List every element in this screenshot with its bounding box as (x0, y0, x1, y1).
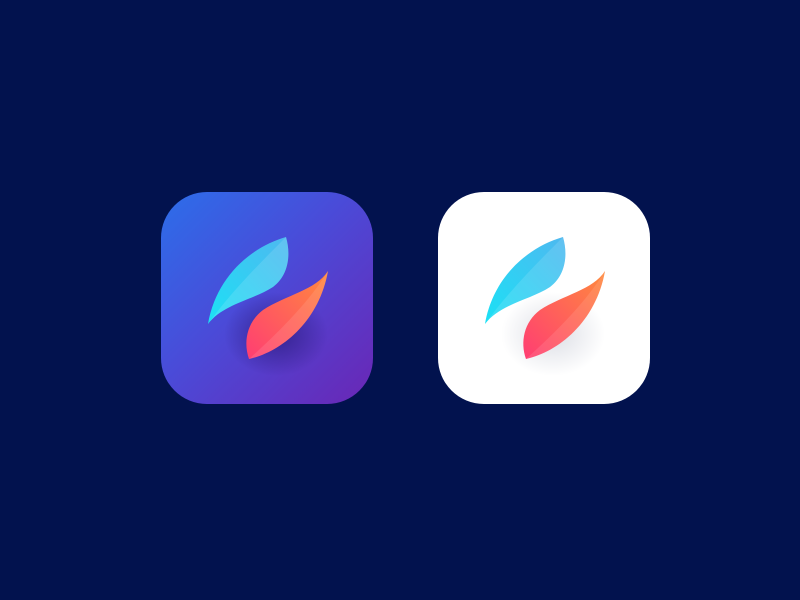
leaf-logo-icon (208, 237, 328, 376)
canvas: { "background_color": "#02124E", "icons"… (0, 0, 800, 600)
app-icon-dark-variant (161, 192, 373, 404)
app-icon-light-variant (438, 192, 650, 404)
leaf-logo-icon (485, 237, 605, 376)
